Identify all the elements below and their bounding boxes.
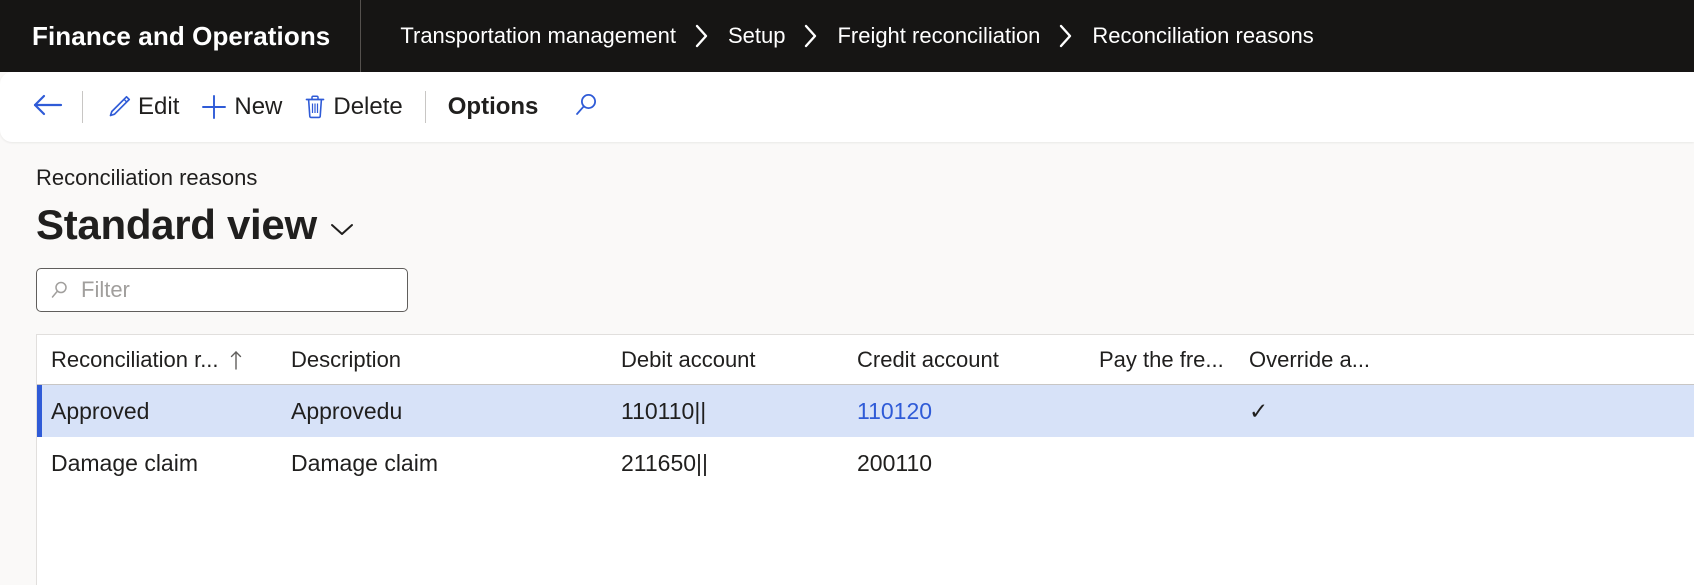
column-header-label: Reconciliation r... — [51, 346, 219, 372]
edit-label: Edit — [138, 93, 180, 120]
page-caption: Reconciliation reasons — [36, 165, 258, 190]
search-icon — [49, 279, 71, 301]
breadcrumb-item-freight-reconciliation[interactable]: Freight reconciliation — [828, 25, 1049, 47]
cell-debit-account[interactable]: 211650|| — [607, 437, 843, 489]
toolbar-divider — [82, 91, 83, 123]
breadcrumb-item-setup[interactable]: Setup — [719, 25, 795, 47]
column-header-credit-account[interactable]: Credit account — [843, 335, 1085, 384]
toolbar-divider — [424, 91, 426, 123]
cell-credit-account[interactable]: 110120 — [843, 385, 1085, 437]
delete-button[interactable]: Delete — [292, 83, 412, 131]
grid-header-row: Reconciliation r... Description Debit ac… — [37, 335, 1694, 386]
cell-description[interactable]: Damage claim — [277, 437, 607, 489]
column-header-reconciliation-reason[interactable]: Reconciliation r... — [37, 335, 277, 384]
filter-box[interactable] — [36, 268, 408, 313]
view-selector[interactable]: Standard view — [36, 204, 1694, 246]
options-button[interactable]: Options — [438, 83, 549, 131]
table-row[interactable]: Approved Approvedu 110110|| 110120 ✓ — [37, 385, 1694, 438]
cell-override-account[interactable]: ✓ — [1235, 385, 1435, 437]
page-title: Standard view — [36, 201, 317, 249]
column-header-label: Debit account — [621, 346, 756, 372]
breadcrumb: Transportation management Setup Freight … — [361, 0, 1322, 72]
top-navigation-bar: Finance and Operations Transportation ma… — [0, 0, 1694, 72]
trash-icon — [302, 93, 328, 121]
search-icon — [572, 90, 602, 125]
column-header-override-account[interactable]: Override a... — [1235, 335, 1435, 384]
back-arrow-icon — [31, 91, 65, 124]
breadcrumb-item-reconciliation-reasons[interactable]: Reconciliation reasons — [1083, 25, 1322, 47]
new-label: New — [234, 93, 283, 120]
chevron-down-icon[interactable] — [327, 211, 357, 239]
page-content: Reconciliation reasons Standard view Rec… — [0, 144, 1694, 585]
breadcrumb-item-transportation-management[interactable]: Transportation management — [391, 25, 685, 47]
cell-debit-account[interactable]: 110110|| — [607, 385, 843, 437]
cell-pay-the-freight[interactable] — [1085, 385, 1235, 437]
back-button[interactable] — [26, 85, 70, 129]
column-header-description[interactable]: Description — [277, 335, 607, 384]
chevron-right-icon — [685, 23, 719, 49]
column-header-label: Pay the fre... — [1099, 346, 1224, 372]
checkmark-icon: ✓ — [1249, 397, 1269, 424]
cell-credit-account[interactable]: 200110 — [843, 437, 1085, 489]
cell-reconciliation-reason[interactable]: Approved — [37, 385, 277, 437]
options-label: Options — [447, 93, 539, 120]
search-input[interactable] — [79, 276, 395, 305]
cell-override-account[interactable] — [1235, 437, 1435, 489]
new-button[interactable]: New — [189, 83, 292, 131]
action-pane-container: Edit New Delete Options — [0, 72, 1694, 144]
edit-button[interactable]: Edit — [95, 83, 189, 131]
column-header-label: Override a... — [1249, 346, 1371, 372]
column-header-label: Description — [291, 346, 402, 372]
action-pane: Edit New Delete Options — [0, 72, 1694, 142]
cell-pay-the-freight[interactable] — [1085, 437, 1235, 489]
cell-description[interactable]: Approvedu — [277, 385, 607, 437]
cell-reconciliation-reason[interactable]: Damage claim — [37, 437, 277, 489]
data-grid: Reconciliation r... Description Debit ac… — [36, 334, 1694, 585]
app-brand[interactable]: Finance and Operations — [0, 0, 362, 72]
sort-ascending-icon — [229, 349, 243, 371]
chevron-right-icon — [1049, 23, 1083, 49]
plus-icon — [199, 92, 229, 122]
delete-label: Delete — [333, 93, 403, 120]
pencil-icon — [105, 93, 133, 121]
column-header-pay-the-freight[interactable]: Pay the fre... — [1085, 335, 1235, 384]
column-header-debit-account[interactable]: Debit account — [607, 335, 843, 384]
search-button[interactable] — [564, 84, 610, 130]
chevron-right-icon — [794, 23, 828, 49]
column-header-label: Credit account — [857, 346, 999, 372]
table-row[interactable]: Damage claim Damage claim 211650|| 20011… — [37, 437, 1694, 489]
